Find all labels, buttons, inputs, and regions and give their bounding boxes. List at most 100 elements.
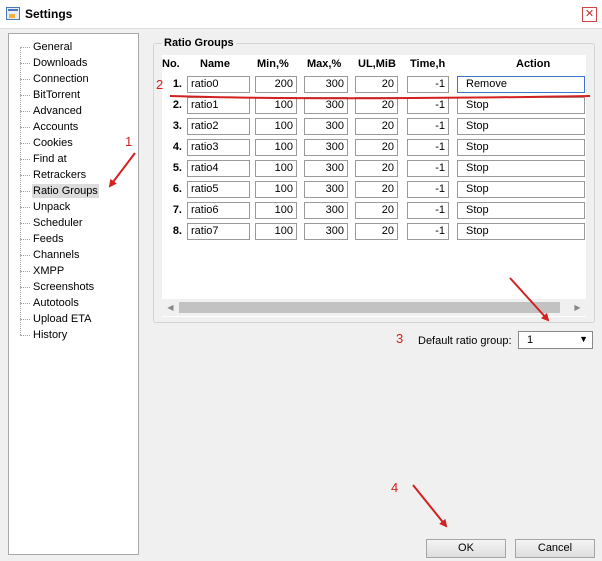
nav-item-label: Connection <box>33 73 89 85</box>
default-ratio-select[interactable]: 1 ▼ <box>518 331 593 349</box>
nav-item-history[interactable]: History <box>9 327 138 343</box>
name-field[interactable]: ratio6 <box>187 202 250 219</box>
nav-item-retrackers[interactable]: Retrackers <box>9 167 138 183</box>
min-field[interactable]: 100 <box>255 223 297 240</box>
max-field[interactable]: 300 <box>304 160 348 177</box>
annotation-2: 2 <box>156 77 164 92</box>
ul-field[interactable]: 20 <box>355 139 398 156</box>
time-field[interactable]: -1 <box>407 97 449 114</box>
nav-item-bittorrent[interactable]: BitTorrent <box>9 87 138 103</box>
window-title: Settings <box>25 7 73 21</box>
min-field[interactable]: 100 <box>255 118 297 135</box>
action-field[interactable]: Stop <box>457 160 585 177</box>
nav-item-screenshots[interactable]: Screenshots <box>9 279 138 295</box>
close-icon[interactable]: ✕ <box>582 7 597 22</box>
time-field[interactable]: -1 <box>407 181 449 198</box>
ul-field[interactable]: 20 <box>355 202 398 219</box>
default-ratio-value: 1 <box>527 334 534 346</box>
row-number: 1. <box>172 78 182 90</box>
min-field[interactable]: 100 <box>255 160 297 177</box>
action-field[interactable]: Stop <box>457 202 585 219</box>
name-field[interactable]: ratio1 <box>187 97 250 114</box>
name-field[interactable]: ratio4 <box>187 160 250 177</box>
row-number: 2. <box>172 99 182 111</box>
min-field[interactable]: 100 <box>255 181 297 198</box>
time-field[interactable]: -1 <box>407 160 449 177</box>
nav-item-label: Advanced <box>33 105 82 117</box>
header-min: Min,% <box>257 58 289 70</box>
nav-item-xmpp[interactable]: XMPP <box>9 263 138 279</box>
max-field[interactable]: 300 <box>304 202 348 219</box>
row-number: 7. <box>172 204 182 216</box>
nav-item-general[interactable]: General <box>9 39 138 55</box>
nav-item-scheduler[interactable]: Scheduler <box>9 215 138 231</box>
min-field[interactable]: 100 <box>255 139 297 156</box>
header-action: Action <box>516 58 551 70</box>
default-ratio-label: Default ratio group: <box>418 335 512 347</box>
time-field[interactable]: -1 <box>407 118 449 135</box>
time-field[interactable]: -1 <box>407 76 449 93</box>
ok-button[interactable]: OK <box>426 539 506 558</box>
nav-item-accounts[interactable]: Accounts <box>9 119 138 135</box>
tree-branch <box>20 255 30 256</box>
max-field[interactable]: 300 <box>304 139 348 156</box>
name-field[interactable]: ratio3 <box>187 139 250 156</box>
settings-nav-tree: General Downloads Connection BitTorrent Adva… <box>8 33 139 555</box>
nav-item-downloads[interactable]: Downloads <box>9 55 138 71</box>
nav-item-channels[interactable]: Channels <box>9 247 138 263</box>
min-field[interactable]: 200 <box>255 76 297 93</box>
min-field[interactable]: 100 <box>255 97 297 114</box>
name-field[interactable]: ratio5 <box>187 181 250 198</box>
time-field[interactable]: -1 <box>407 223 449 240</box>
nav-item-unpack[interactable]: Unpack <box>9 199 138 215</box>
table-row: 4. ratio3 100 300 20 -1 Stop <box>162 137 586 158</box>
name-field[interactable]: ratio2 <box>187 118 250 135</box>
action-field[interactable]: Stop <box>457 118 585 135</box>
ul-field[interactable]: 20 <box>355 223 398 240</box>
time-field[interactable]: -1 <box>407 139 449 156</box>
name-field[interactable]: ratio7 <box>187 223 250 240</box>
nav-item-feeds[interactable]: Feeds <box>9 231 138 247</box>
header-max: Max,% <box>307 58 342 70</box>
tree-branch <box>20 159 30 160</box>
action-field[interactable]: Stop <box>457 181 585 198</box>
action-field[interactable]: Stop <box>457 97 585 114</box>
name-field[interactable]: ratio0 <box>187 76 250 93</box>
nav-item-find-at[interactable]: Find at <box>9 151 138 167</box>
cancel-button[interactable]: Cancel <box>515 539 595 558</box>
ul-field[interactable]: 20 <box>355 181 398 198</box>
table-row: 3. ratio2 100 300 20 -1 Stop <box>162 116 586 137</box>
tree-branch <box>20 127 30 128</box>
table-row: 6. ratio5 100 300 20 -1 Stop <box>162 179 586 200</box>
ratio-groups-table: No. Name Min,% Max,% UL,MiB Time,h Actio… <box>162 55 586 317</box>
annotation-1: 1 <box>125 134 133 149</box>
nav-item-upload-eta[interactable]: Upload ETA <box>9 311 138 327</box>
horizontal-scrollbar[interactable]: ◀ ▶ <box>162 299 586 316</box>
ul-field[interactable]: 20 <box>355 76 398 93</box>
action-field[interactable]: Remove <box>457 76 585 93</box>
max-field[interactable]: 300 <box>304 223 348 240</box>
action-field[interactable]: Stop <box>457 223 585 240</box>
nav-item-cookies[interactable]: Cookies <box>9 135 138 151</box>
nav-item-autotools[interactable]: Autotools <box>9 295 138 311</box>
nav-item-advanced[interactable]: Advanced <box>9 103 138 119</box>
max-field[interactable]: 300 <box>304 118 348 135</box>
time-field[interactable]: -1 <box>407 202 449 219</box>
max-field[interactable]: 300 <box>304 97 348 114</box>
ul-field[interactable]: 20 <box>355 97 398 114</box>
nav-item-connection[interactable]: Connection <box>9 71 138 87</box>
nav-item-label: BitTorrent <box>33 89 81 101</box>
min-field[interactable]: 100 <box>255 202 297 219</box>
scroll-right-icon[interactable]: ▶ <box>569 299 586 316</box>
action-field[interactable]: Stop <box>457 139 585 156</box>
scroll-thumb[interactable] <box>179 302 560 313</box>
max-field[interactable]: 300 <box>304 181 348 198</box>
table-row: 8. ratio7 100 300 20 -1 Stop <box>162 221 586 242</box>
scroll-left-icon[interactable]: ◀ <box>162 299 179 316</box>
nav-item-ratio-groups[interactable]: Ratio Groups <box>9 183 138 199</box>
tree-branch <box>20 47 30 48</box>
ul-field[interactable]: 20 <box>355 160 398 177</box>
tree-branch <box>20 143 30 144</box>
ul-field[interactable]: 20 <box>355 118 398 135</box>
max-field[interactable]: 300 <box>304 76 348 93</box>
